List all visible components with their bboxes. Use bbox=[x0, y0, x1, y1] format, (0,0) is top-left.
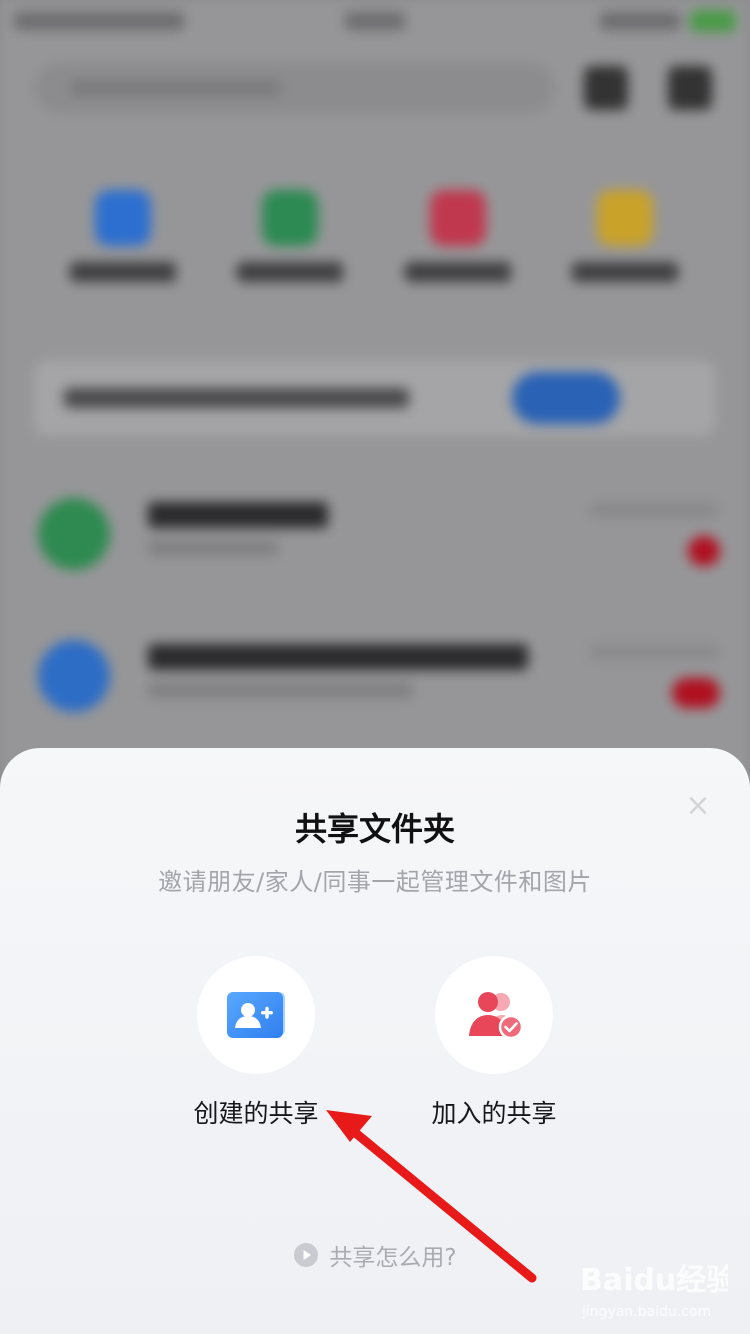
created-shares-label: 创建的共享 bbox=[193, 1099, 319, 1128]
baidu-jingyan-watermark-logo: Baidu经验 jingyan.baidu.com bbox=[580, 1263, 728, 1320]
background-grid-item bbox=[215, 180, 365, 300]
background-user-icon bbox=[584, 66, 628, 110]
status-bar bbox=[0, 10, 750, 34]
background-list-item bbox=[0, 488, 750, 588]
background-grid-item bbox=[48, 180, 198, 300]
add-user-card-icon bbox=[227, 992, 285, 1038]
joined-users-check-icon bbox=[469, 992, 524, 1040]
play-icon bbox=[294, 1243, 319, 1267]
created-shares-icon-circle[interactable] bbox=[197, 956, 315, 1074]
joined-shares-button[interactable]: 加入的共享 bbox=[394, 956, 594, 1136]
created-shares-button[interactable]: 创建的共享 bbox=[156, 956, 356, 1136]
sheet-subtitle: 邀请朋友/家人/同事一起管理文件和图片 bbox=[158, 868, 592, 896]
watermark-domain: jingyan.baidu.com bbox=[581, 1304, 711, 1320]
carrier-signal bbox=[14, 12, 184, 30]
background-search-placeholder bbox=[70, 80, 280, 96]
background-banner-button bbox=[512, 372, 620, 424]
share-folder-sheet: × 共享文件夹 邀请朋友/家人/同事一起管理文件和图片 创建的共享 加入的共享 … bbox=[0, 748, 750, 1334]
clock bbox=[345, 12, 405, 30]
background-grid-item bbox=[383, 180, 533, 300]
joined-shares-label: 加入的共享 bbox=[431, 1099, 557, 1128]
status-indicators bbox=[600, 12, 680, 30]
joined-shares-icon-circle[interactable] bbox=[435, 956, 553, 1074]
sheet-title: 共享文件夹 bbox=[294, 810, 455, 848]
battery-icon bbox=[690, 10, 736, 32]
background-banner-text bbox=[64, 388, 409, 408]
background-list-item bbox=[0, 630, 750, 730]
how-to-use-label: 共享怎么用? bbox=[329, 1245, 457, 1271]
background-plus-icon bbox=[668, 66, 712, 110]
background-grid-item bbox=[550, 180, 700, 300]
watermark-brand: Baidu经验 bbox=[580, 1263, 728, 1298]
